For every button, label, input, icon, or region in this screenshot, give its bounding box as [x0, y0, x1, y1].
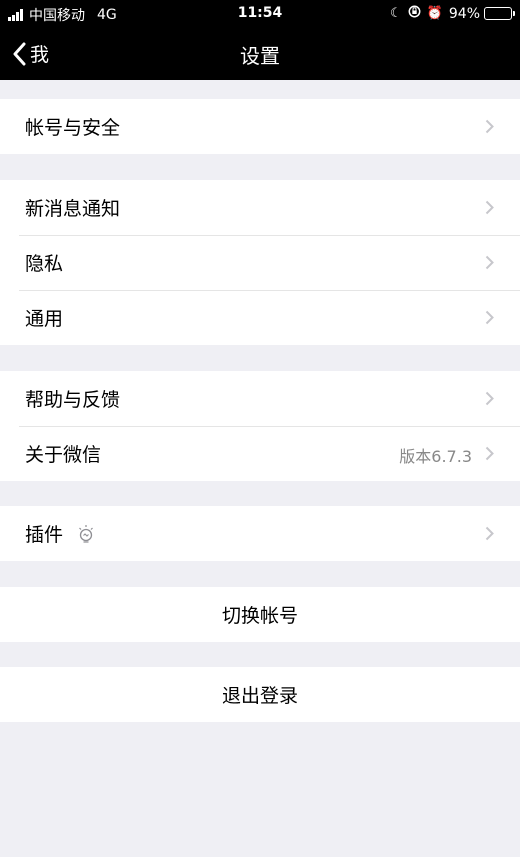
row-general[interactable]: 通用 — [0, 290, 520, 345]
settings-group-account: 帐号与安全 — [0, 99, 520, 154]
row-label: 新消息通知 — [25, 198, 121, 220]
row-privacy[interactable]: 隐私 — [0, 235, 520, 290]
chevron-right-icon — [485, 200, 494, 215]
row-label: 插件 — [25, 524, 64, 546]
rotation-lock-icon — [408, 5, 421, 22]
row-account-security[interactable]: 帐号与安全 — [0, 99, 520, 154]
row-new-message-notification[interactable]: 新消息通知 — [0, 180, 520, 235]
nav-bar: 我 设置 — [0, 27, 520, 80]
chevron-right-icon — [485, 446, 494, 461]
row-about-wechat[interactable]: 关于微信 版本6.7.3 — [0, 426, 520, 481]
battery-tip — [513, 11, 515, 16]
chevron-right-icon — [485, 310, 494, 325]
settings-group-plugins: 插件 — [0, 506, 520, 561]
settings-group-help: 帮助与反馈 关于微信 版本6.7.3 — [0, 371, 520, 481]
chevron-right-icon — [485, 391, 494, 406]
row-label: 关于微信 — [25, 444, 102, 466]
chevron-right-icon — [485, 119, 494, 134]
switch-account-button[interactable]: 切换帐号 — [0, 587, 520, 642]
battery-percent: 94% — [448, 5, 480, 22]
row-label: 隐私 — [25, 253, 64, 275]
moon-icon: ☾ — [390, 6, 402, 21]
logout-group: 退出登录 — [0, 667, 520, 722]
chevron-right-icon — [485, 255, 494, 270]
switch-account-label: 切换帐号 — [221, 605, 298, 627]
page-title: 设置 — [240, 44, 280, 68]
alarm-icon: ⏰ — [426, 6, 443, 21]
row-help-feedback[interactable]: 帮助与反馈 — [0, 371, 520, 426]
chevron-right-icon — [485, 526, 494, 541]
switch-account-group: 切换帐号 — [0, 587, 520, 642]
row-label: 帮助与反馈 — [25, 389, 121, 411]
row-label: 通用 — [25, 308, 64, 330]
logout-button[interactable]: 退出登录 — [0, 667, 520, 722]
settings-group-general: 新消息通知 隐私 通用 — [0, 180, 520, 345]
status-right: ☾ ⏰ 94% — [390, 5, 515, 22]
row-plugins[interactable]: 插件 — [0, 506, 520, 561]
status-bar: 中国移动 4G 11:54 ☾ ⏰ 94% — [0, 0, 520, 27]
version-value: 版本6.7.3 — [399, 447, 472, 466]
row-label: 帐号与安全 — [25, 117, 121, 139]
lightbulb-icon — [77, 524, 95, 544]
battery-icon — [484, 7, 515, 20]
logout-label: 退出登录 — [221, 685, 298, 707]
